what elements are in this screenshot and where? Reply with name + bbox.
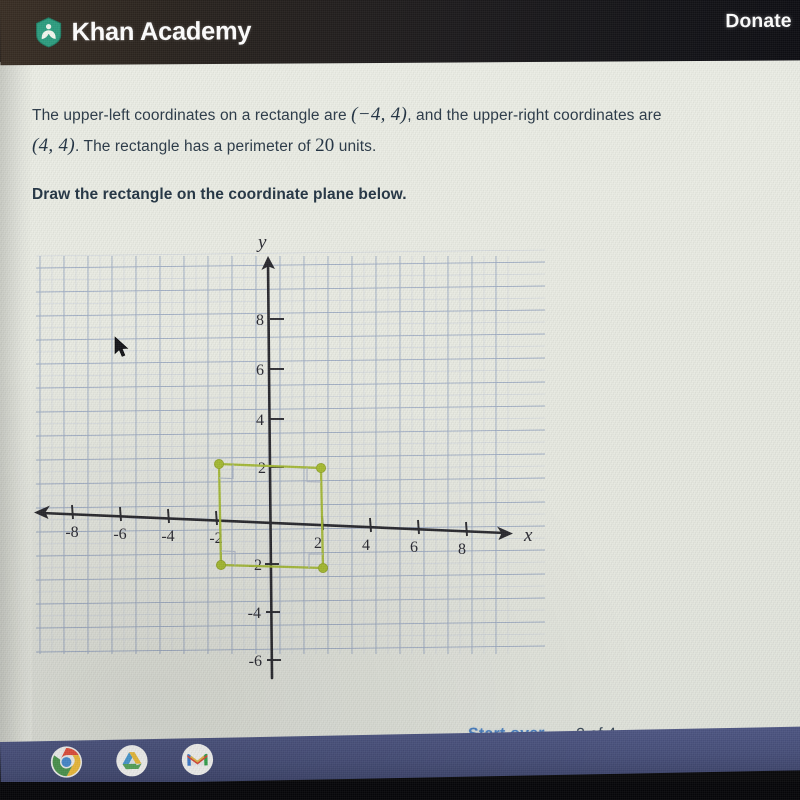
- screen-bezel: [0, 782, 800, 800]
- problem-text-c: . The rectangle has a perimeter of: [74, 137, 316, 155]
- svg-text:-6: -6: [113, 526, 126, 543]
- svg-text:8: 8: [458, 541, 466, 558]
- gmail-icon[interactable]: [181, 743, 214, 776]
- svg-text:6: 6: [256, 362, 264, 379]
- khan-academy-shield-icon: [36, 17, 62, 48]
- x-axis-label: x: [523, 525, 533, 546]
- problem-line-1: The upper-left coordinates on a rectangl…: [32, 100, 784, 131]
- y-axis-label: y: [256, 232, 267, 253]
- problem-text-d: units.: [334, 137, 377, 155]
- khan-academy-header: Khan Academy Donate: [0, 0, 800, 66]
- svg-text:-4: -4: [161, 528, 174, 545]
- chrome-icon[interactable]: [50, 746, 83, 779]
- svg-text:-6: -6: [249, 653, 262, 670]
- y-axis: [266, 260, 274, 680]
- x-axis: [40, 511, 507, 535]
- svg-text:4: 4: [256, 412, 264, 429]
- perimeter-value: 20: [315, 134, 335, 156]
- svg-text:2: 2: [258, 460, 266, 477]
- problem-statement: The upper-left coordinates on a rectangl…: [32, 100, 784, 162]
- problem-line-2: (4, 4). The rectangle has a perimeter of…: [32, 131, 784, 162]
- problem-text-b: , and the upper-right coordinates are: [407, 107, 662, 124]
- coordinate-plane[interactable]: y x -8 -6 -4 -2 2 4 6 8 8 6 4 2 -2 -4 -6: [0, 230, 620, 700]
- khan-academy-logo[interactable]: Khan Academy: [35, 16, 252, 48]
- mouse-pointer-icon: [114, 336, 129, 357]
- draw-instruction: Draw the rectangle on the coordinate pla…: [32, 186, 407, 203]
- screen-photo: Khan Academy Donate The upper-left coord…: [0, 0, 800, 800]
- coordinate-upper-right: (4, 4): [32, 134, 75, 156]
- svg-text:2: 2: [314, 535, 322, 552]
- grid-major: [35, 256, 546, 654]
- brand-wordmark: Khan Academy: [71, 16, 252, 46]
- svg-text:4: 4: [362, 537, 370, 554]
- google-drive-icon[interactable]: [116, 744, 149, 777]
- svg-text:8: 8: [256, 312, 264, 329]
- coordinate-upper-left: (−4, 4): [351, 104, 408, 125]
- svg-text:6: 6: [410, 539, 418, 556]
- donate-button[interactable]: Donate: [725, 10, 791, 33]
- y-axis-tick-labels: 8 6 4 2 -2 -4 -6: [248, 312, 266, 670]
- problem-text-a: The upper-left coordinates on a rectangl…: [32, 107, 352, 124]
- svg-text:-4: -4: [248, 605, 261, 622]
- svg-text:-8: -8: [65, 524, 78, 541]
